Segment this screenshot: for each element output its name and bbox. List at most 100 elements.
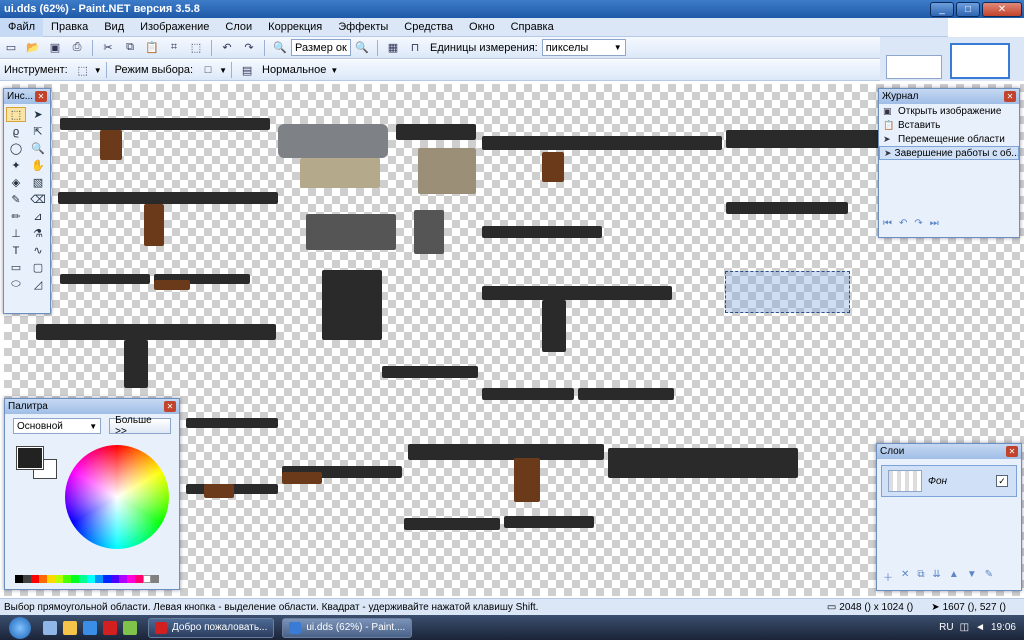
app-icon[interactable] — [123, 620, 137, 635]
color-swatch[interactable] — [47, 575, 55, 583]
menu-view[interactable]: Вид — [96, 18, 132, 37]
menu-file[interactable]: Файл — [0, 17, 44, 37]
menu-tools[interactable]: Средства — [396, 18, 461, 37]
lasso-icon[interactable]: ϱ — [6, 124, 26, 139]
add-layer-icon[interactable]: ＋ — [883, 569, 893, 584]
menu-image[interactable]: Изображение — [132, 18, 217, 37]
chevron-down-icon[interactable]: ▼ — [330, 66, 338, 75]
freeform-shape-icon[interactable]: ◿ — [28, 277, 48, 292]
rewind-icon[interactable]: ⏮ — [883, 218, 892, 229]
blend-mode-value[interactable]: Нормальное — [262, 64, 326, 76]
layer-properties-icon[interactable]: ✎ — [985, 569, 993, 584]
language-indicator[interactable]: RU — [939, 622, 953, 633]
color-swatch[interactable] — [79, 575, 87, 583]
color-swatch[interactable] — [119, 575, 127, 583]
volume-icon[interactable]: ◄ — [975, 622, 985, 633]
zoom-combo[interactable]: Размер ок — [291, 39, 351, 56]
close-icon[interactable]: ✕ — [164, 401, 176, 412]
color-swatch[interactable] — [63, 575, 71, 583]
rounded-rectangle-icon[interactable]: ▢ — [28, 260, 48, 275]
print-icon[interactable]: ⎙ — [68, 40, 86, 56]
eraser-icon[interactable]: ⌫ — [28, 192, 48, 207]
show-desktop-icon[interactable] — [43, 620, 57, 635]
layers-panel-header[interactable]: Слои ✕ — [877, 444, 1021, 459]
menu-edit[interactable]: Правка — [43, 18, 96, 37]
color-picker-icon[interactable]: ⊿ — [28, 209, 48, 224]
crop-icon[interactable]: ⌗ — [165, 40, 183, 56]
color-swatch[interactable] — [87, 575, 95, 583]
menu-effects[interactable]: Эффекты — [330, 18, 396, 37]
tools-panel-header[interactable]: Инс... ✕ — [4, 89, 50, 104]
history-item[interactable]: ➤ Перемещение области — [879, 132, 1019, 146]
ellipse-icon[interactable]: ⬭ — [6, 277, 26, 292]
primary-color-swatch[interactable] — [16, 446, 44, 470]
pan-icon[interactable]: ✋ — [28, 158, 48, 173]
ruler-icon[interactable]: ⊓ — [406, 40, 424, 56]
pencil-icon[interactable]: ✏ — [6, 209, 26, 224]
maximize-button[interactable]: □ — [956, 1, 980, 17]
merge-layer-icon[interactable]: ⇊ — [933, 569, 941, 584]
clock[interactable]: 19:06 — [991, 622, 1016, 633]
history-item[interactable]: 📋 Вставить — [879, 118, 1019, 132]
undo-icon[interactable]: ↶ — [899, 218, 907, 229]
zoom-out-icon[interactable]: 🔍 — [271, 40, 289, 56]
delete-layer-icon[interactable]: ✕ — [901, 569, 909, 584]
chevron-down-icon[interactable]: ▼ — [219, 66, 227, 75]
zoom-icon[interactable]: 🔍 — [28, 141, 48, 156]
more-button[interactable]: Больше >> — [109, 415, 171, 437]
new-file-icon[interactable]: ▭ — [2, 40, 20, 56]
copy-icon[interactable]: ⧉ — [121, 40, 139, 56]
recolor-icon[interactable]: ⚗ — [28, 226, 48, 241]
color-swatch[interactable] — [143, 575, 151, 583]
selection-rectangle[interactable] — [725, 271, 850, 313]
layer-visibility-checkbox[interactable]: ✓ — [996, 475, 1008, 487]
deselect-icon[interactable]: ⬚ — [187, 40, 205, 56]
taskbar-task[interactable]: Добро пожаловать... — [148, 617, 275, 638]
minimize-button[interactable]: _ — [930, 1, 954, 17]
fast-forward-icon[interactable]: ⏭ — [930, 218, 939, 229]
open-file-icon[interactable]: 📂 — [24, 40, 42, 56]
color-swatch[interactable] — [55, 575, 63, 583]
history-item[interactable]: ▣ Открыть изображение — [879, 104, 1019, 118]
blend-mode-icon[interactable]: ▤ — [238, 62, 256, 78]
color-swatch[interactable] — [111, 575, 119, 583]
grid-icon[interactable]: ▦ — [384, 40, 402, 56]
close-icon[interactable]: ✕ — [35, 91, 47, 102]
palette-panel-header[interactable]: Палитра ✕ — [5, 399, 179, 414]
undo-icon[interactable]: ↶ — [218, 40, 236, 56]
rectangle-select-icon[interactable]: ⬚ — [6, 107, 26, 122]
magic-wand-icon[interactable]: ✦ — [6, 158, 26, 173]
history-panel-header[interactable]: Журнал ✕ — [879, 89, 1019, 104]
close-icon[interactable]: ✕ — [1004, 91, 1016, 102]
explorer-icon[interactable] — [63, 620, 77, 635]
menu-layers[interactable]: Слои — [217, 18, 260, 37]
paste-icon[interactable]: 📋 — [143, 40, 161, 56]
menu-adjustments[interactable]: Коррекция — [260, 18, 330, 37]
color-swatch[interactable] — [31, 575, 39, 583]
menu-window[interactable]: Окно — [461, 18, 503, 37]
text-icon[interactable]: T — [6, 243, 26, 258]
color-swatch[interactable] — [127, 575, 135, 583]
line-curve-icon[interactable]: ∿ — [28, 243, 48, 258]
history-item-selected[interactable]: ➤ Завершение работы с об... — [879, 146, 1019, 160]
paintbrush-icon[interactable]: ✎ — [6, 192, 26, 207]
opera-icon[interactable] — [103, 620, 117, 635]
selection-mode-icon[interactable]: □ — [199, 62, 217, 78]
color-swatch[interactable] — [95, 575, 103, 583]
close-button[interactable]: ✕ — [982, 1, 1022, 17]
move-selection-outline-icon[interactable]: ⇱ — [28, 124, 48, 139]
color-swatch[interactable] — [151, 575, 159, 583]
internet-explorer-icon[interactable] — [83, 620, 97, 635]
duplicate-layer-icon[interactable]: ⧉ — [917, 569, 924, 584]
color-swatch[interactable] — [71, 575, 79, 583]
color-swatch[interactable] — [135, 575, 143, 583]
clone-stamp-icon[interactable]: ⊥ — [6, 226, 26, 241]
taskbar-task-active[interactable]: ui.dds (62%) - Paint.... — [282, 617, 413, 638]
color-swatch[interactable] — [103, 575, 111, 583]
network-icon[interactable]: ◫ — [960, 622, 969, 633]
image-thumbnail[interactable] — [886, 55, 942, 79]
paint-bucket-icon[interactable]: ◈ — [6, 175, 26, 190]
color-swatch[interactable] — [15, 575, 23, 583]
color-wheel[interactable] — [65, 445, 169, 549]
layer-row[interactable]: Фон ✓ — [881, 465, 1017, 497]
